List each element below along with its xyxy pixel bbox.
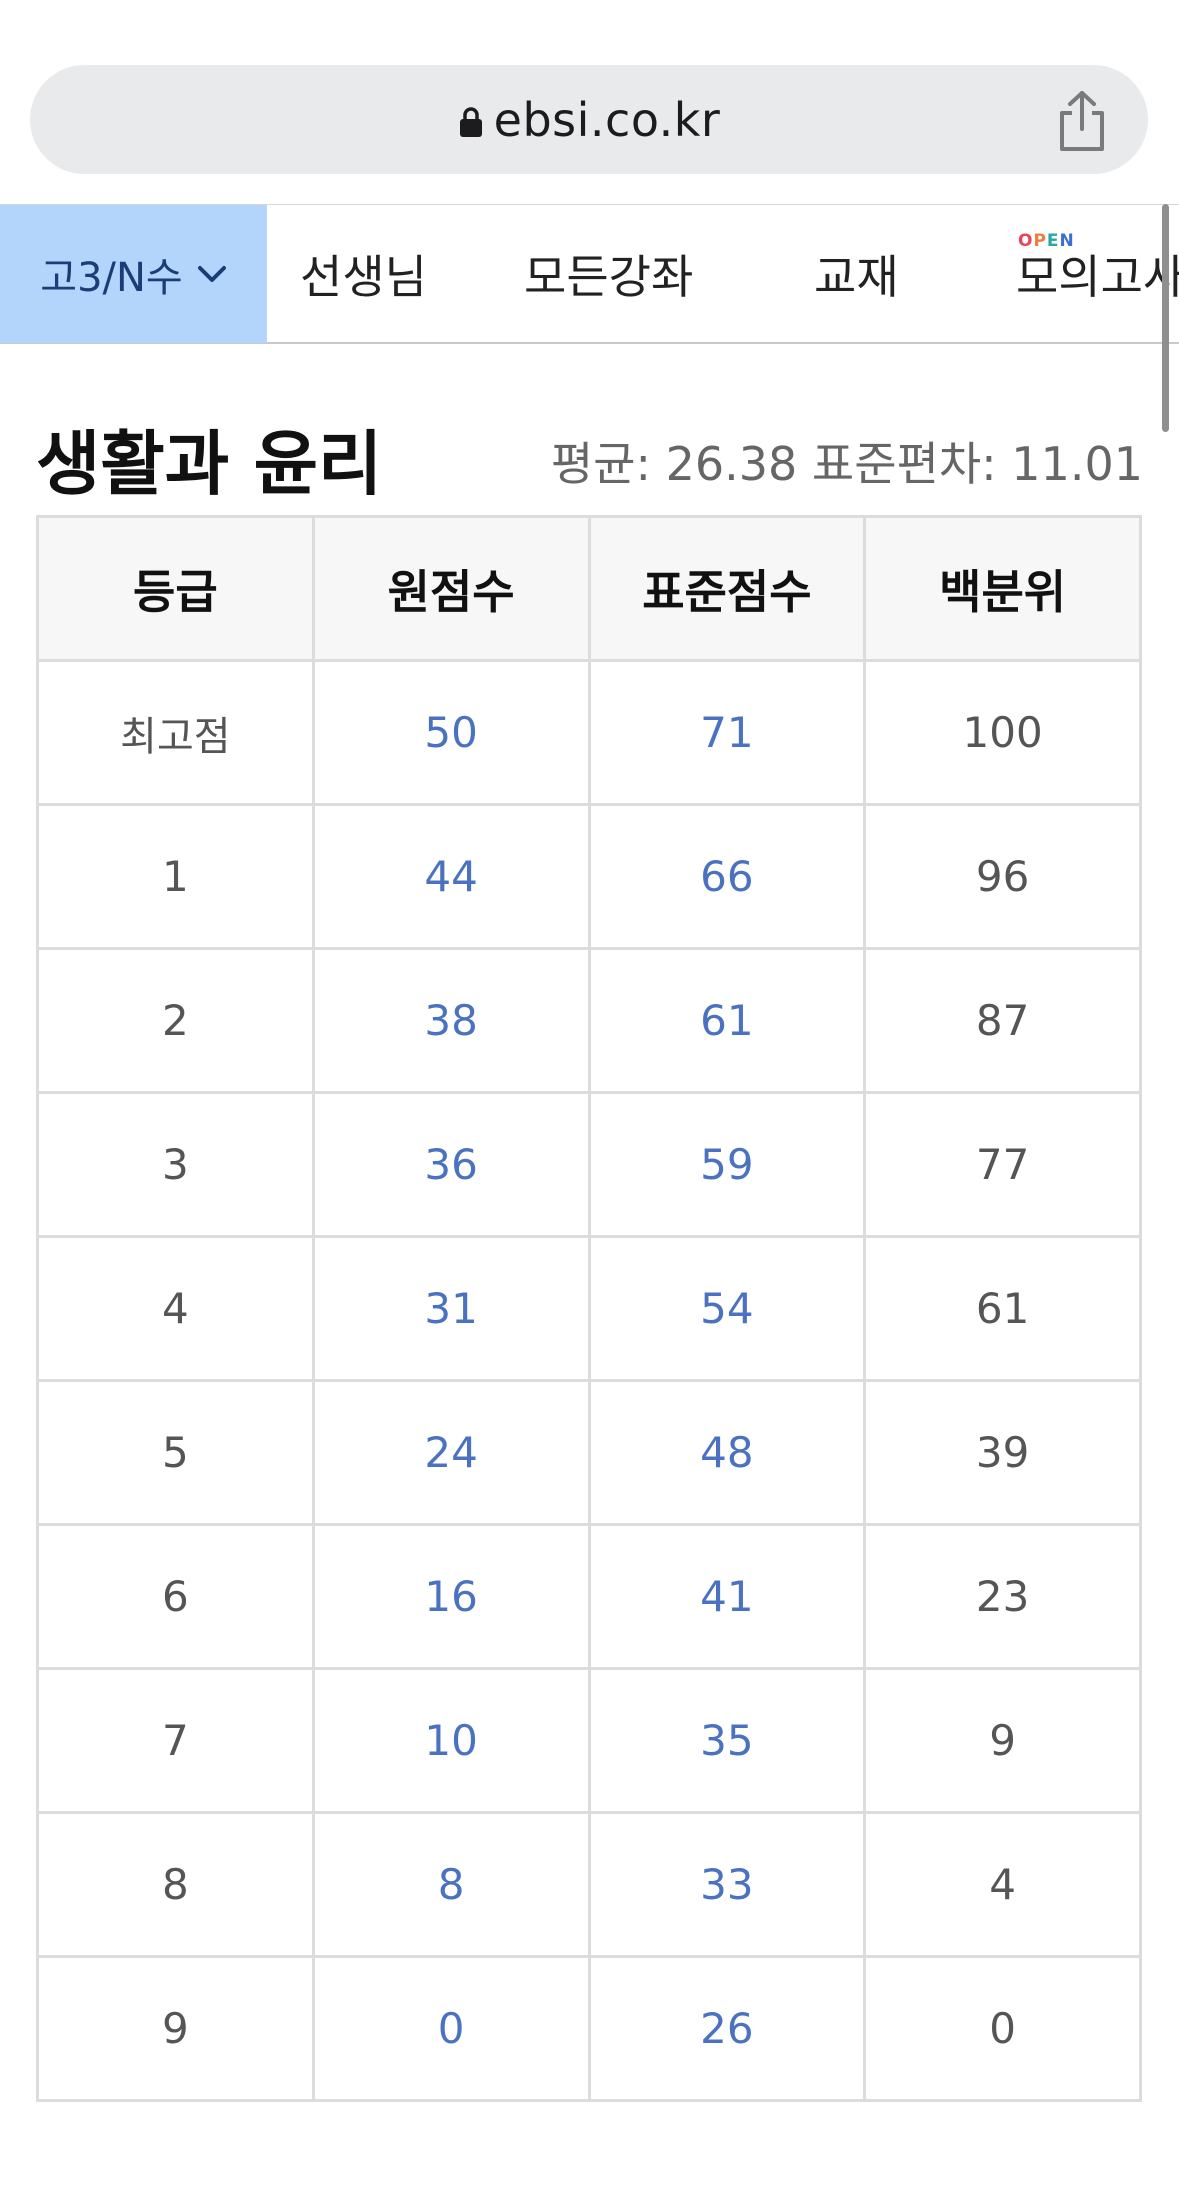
cell-raw-score: 36 xyxy=(311,1091,591,1238)
cell-raw-score: 10 xyxy=(311,1667,591,1814)
page-title: 생활과 윤리 xyxy=(36,423,383,505)
url-text: ebsi.co.kr xyxy=(493,92,721,147)
header-raw-score: 원점수 xyxy=(311,515,591,662)
cell-percentile: 39 xyxy=(863,1379,1142,1526)
cell-percentile: 100 xyxy=(863,659,1142,806)
cell-standard-score: 48 xyxy=(587,1379,867,1526)
cell-percentile: 77 xyxy=(863,1091,1142,1238)
table-header-row: 등급 원점수 표준점수 백분위 xyxy=(36,515,1142,662)
cell-grade: 최고점 xyxy=(36,659,315,806)
cell-standard-score: 41 xyxy=(587,1523,867,1670)
cell-grade: 4 xyxy=(36,1235,315,1382)
cell-standard-score: 71 xyxy=(587,659,867,806)
cell-percentile: 9 xyxy=(863,1667,1142,1814)
cell-percentile: 4 xyxy=(863,1811,1142,1958)
top-nav: 고3/N수 선생님 모든강좌 교재 모의고사 OPEN xyxy=(0,204,1179,344)
score-stats: 평균: 26.38 표준편차: 11.01 xyxy=(550,437,1143,491)
table-row: 9 0 26 0 xyxy=(36,1955,1142,2102)
header-grade: 등급 xyxy=(36,515,315,662)
cell-raw-score: 38 xyxy=(311,947,591,1094)
table-row: 최고점 50 71 100 xyxy=(36,659,1142,806)
cell-standard-score: 33 xyxy=(587,1811,867,1958)
table-row: 5 24 48 39 xyxy=(36,1379,1142,1526)
cell-standard-score: 35 xyxy=(587,1667,867,1814)
header-percentile: 백분위 xyxy=(863,515,1142,662)
table-row: 7 10 35 9 xyxy=(36,1667,1142,1814)
table-row: 4 31 54 61 xyxy=(36,1235,1142,1382)
cell-percentile: 0 xyxy=(863,1955,1142,2102)
scrollbar[interactable] xyxy=(1162,204,1169,432)
grade-selector-label: 고3/N수 xyxy=(40,255,183,301)
cell-percentile: 61 xyxy=(863,1235,1142,1382)
cell-percentile: 96 xyxy=(863,803,1142,950)
cell-grade: 5 xyxy=(36,1379,315,1526)
cell-standard-score: 66 xyxy=(587,803,867,950)
cell-raw-score: 31 xyxy=(311,1235,591,1382)
cell-grade: 9 xyxy=(36,1955,315,2102)
nav-item-teachers[interactable]: 선생님 xyxy=(300,205,427,343)
table-row: 1 44 66 96 xyxy=(36,803,1142,950)
cell-raw-score: 8 xyxy=(311,1811,591,1958)
cell-standard-score: 59 xyxy=(587,1091,867,1238)
cell-percentile: 23 xyxy=(863,1523,1142,1670)
nav-item-textbooks[interactable]: 교재 xyxy=(814,205,899,343)
table-row: 2 38 61 87 xyxy=(36,947,1142,1094)
url-display[interactable]: ebsi.co.kr xyxy=(30,65,1148,174)
cell-grade: 8 xyxy=(36,1811,315,1958)
cell-standard-score: 61 xyxy=(587,947,867,1094)
cell-percentile: 87 xyxy=(863,947,1142,1094)
table-row: 8 8 33 4 xyxy=(36,1811,1142,1958)
table-row: 6 16 41 23 xyxy=(36,1523,1142,1670)
chevron-down-icon xyxy=(197,266,226,282)
header-standard-score: 표준점수 xyxy=(587,515,867,662)
browser-toolbar: ebsi.co.kr xyxy=(0,0,1179,204)
cell-grade: 7 xyxy=(36,1667,315,1814)
cell-grade: 1 xyxy=(36,803,315,950)
nav-item-all-courses[interactable]: 모든강좌 xyxy=(524,205,693,343)
cell-raw-score: 44 xyxy=(311,803,591,950)
cell-grade: 2 xyxy=(36,947,315,1094)
nav-item-mock-exam[interactable]: 모의고사 xyxy=(1016,205,1179,343)
cell-raw-score: 0 xyxy=(311,1955,591,2102)
grade-selector-button[interactable]: 고3/N수 xyxy=(0,205,267,343)
cell-standard-score: 26 xyxy=(587,1955,867,2102)
open-badge: OPEN xyxy=(1018,231,1075,251)
table-row: 3 36 59 77 xyxy=(36,1091,1142,1238)
share-icon[interactable] xyxy=(1054,89,1110,153)
cell-grade: 3 xyxy=(36,1091,315,1238)
address-bar[interactable]: ebsi.co.kr xyxy=(30,65,1148,174)
cell-raw-score: 16 xyxy=(311,1523,591,1670)
cell-grade: 6 xyxy=(36,1523,315,1670)
grade-cut-table: 등급 원점수 표준점수 백분위 최고점 50 71 100 1 44 66 96… xyxy=(36,515,1142,2102)
cell-raw-score: 50 xyxy=(311,659,591,806)
cell-standard-score: 54 xyxy=(587,1235,867,1382)
cell-raw-score: 24 xyxy=(311,1379,591,1526)
lock-icon xyxy=(459,106,482,137)
